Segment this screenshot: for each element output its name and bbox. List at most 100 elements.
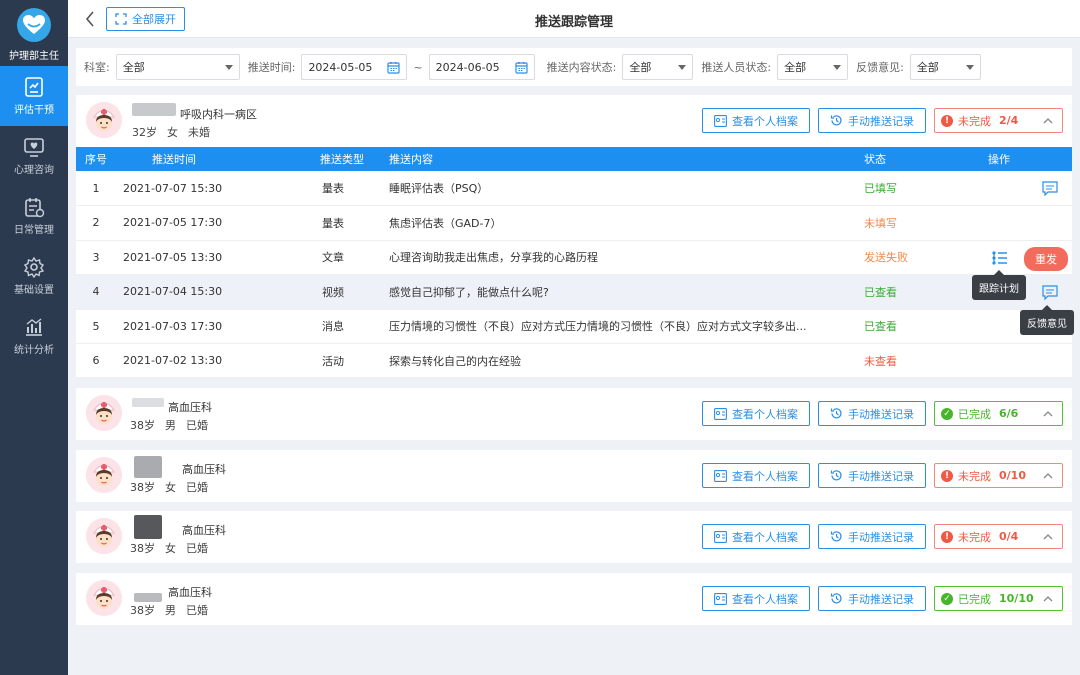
assessment-icon: [25, 77, 43, 97]
patient-dept: 高血压科: [168, 586, 212, 599]
row-content: 睡眠评估表（PSQ）: [389, 171, 864, 206]
dept-select[interactable]: 全部: [115, 54, 240, 80]
content-status-select[interactable]: 全部: [622, 54, 694, 80]
profile-card-icon: [714, 114, 727, 127]
chevron-up-icon: [1043, 596, 1053, 602]
dept-filter-label: 科室:: [84, 61, 110, 74]
row-no: 5: [76, 309, 116, 344]
feedback-select[interactable]: 全部: [909, 54, 981, 80]
completion-status[interactable]: ! 未完成 2/4: [934, 108, 1063, 133]
col-ops: 操作: [988, 153, 1010, 166]
patient-group: 高血压科 38岁女已婚 查看个人档案 手动推送记录 ! 未完成 0/10: [76, 450, 1072, 502]
row-status: 未查看: [864, 343, 988, 379]
completion-status[interactable]: ✓ 已完成 10/10: [934, 586, 1063, 611]
tracking-plan-icon[interactable]: [992, 250, 1008, 266]
col-time: 推送时间: [152, 153, 196, 166]
row-content: 感觉自己抑郁了，能做点什么呢?: [389, 274, 864, 310]
heart-logo-icon: [17, 8, 51, 42]
patient-dept: 呼吸内科一病区: [180, 108, 257, 121]
person-status-select[interactable]: 全部: [777, 54, 849, 80]
view-profile-button[interactable]: 查看个人档案: [702, 524, 810, 549]
patient-marital: 未婚: [188, 126, 210, 139]
date-to-value: 2024-06-05: [435, 60, 500, 74]
completion-count: 0/4: [999, 530, 1019, 543]
check-icon: ✓: [941, 407, 953, 420]
completion-status-text: 已完成: [958, 407, 991, 421]
feedback-value: 全部: [916, 61, 939, 74]
manual-push-records-label: 手动推送记录: [848, 469, 914, 483]
manual-push-records-button[interactable]: 手动推送记录: [818, 586, 926, 611]
patient-group-header: 高血压科 38岁女已婚 查看个人档案 手动推送记录 ! 未完成 0/4: [76, 511, 1072, 563]
redacted-name: [134, 593, 162, 602]
table-row: 5 2021-07-03 17:30 消息 压力情境的习惯性（不良）应对方式压力…: [76, 304, 1074, 344]
view-profile-button[interactable]: 查看个人档案: [702, 401, 810, 426]
profile-card-icon: [714, 469, 727, 482]
row-no: 2: [76, 205, 116, 241]
patient-meta: 38岁女已婚: [130, 540, 218, 556]
row-status: 已查看: [864, 274, 988, 310]
exclamation-icon: !: [941, 114, 953, 127]
feedback-icon[interactable]: [1042, 181, 1058, 196]
chevron-up-icon: [1043, 411, 1053, 417]
row-status: 发送失败: [864, 240, 988, 275]
row-time: 2021-07-02 13:30: [116, 343, 282, 379]
patient-group: 高血压科 38岁男已婚 查看个人档案 手动推送记录 ✓ 已完成 6/6: [76, 388, 1072, 440]
col-status: 状态: [864, 153, 886, 166]
date-range-separator: ~: [413, 60, 423, 74]
resend-button[interactable]: 重发: [1024, 246, 1068, 271]
sidebar: 护理部主任 评估干预 心理咨询 日常管理 基础设置 统计分析: [0, 0, 68, 675]
completion-status[interactable]: ! 未完成 0/10: [934, 463, 1063, 488]
date-to-input[interactable]: 2024-06-05: [428, 54, 535, 80]
completion-status[interactable]: ✓ 已完成 6/6: [934, 401, 1063, 426]
time-filter-label: 推送时间:: [247, 61, 296, 74]
nav-item-assessment[interactable]: 评估干预: [0, 66, 68, 126]
row-content: 焦虑评估表（GAD-7）: [389, 205, 864, 241]
manual-push-records-button[interactable]: 手动推送记录: [818, 108, 926, 133]
bar-chart-icon: [26, 318, 42, 336]
row-content: 压力情境的习惯性（不良）应对方式压力情境的习惯性（不良）应对方式文字较多出...: [389, 309, 864, 344]
manual-push-records-button[interactable]: 手动推送记录: [818, 524, 926, 549]
date-from-input[interactable]: 2024-05-05: [301, 54, 408, 80]
check-icon: ✓: [941, 592, 953, 605]
row-ops: [988, 205, 1072, 241]
chevron-down-icon: [224, 64, 233, 70]
manual-push-records-button[interactable]: 手动推送记录: [818, 463, 926, 488]
patient-gender: 女: [165, 542, 176, 555]
table-header-row: 序号 推送时间 推送类型 推送内容 状态 操作: [76, 147, 1072, 171]
col-no: 序号: [85, 153, 107, 166]
patient-group-header: 呼吸内科一病区 32岁女未婚 查看个人档案 手动推送记录 ! 未完成 2/4: [76, 95, 1072, 147]
view-profile-button[interactable]: 查看个人档案: [702, 463, 810, 488]
view-profile-button[interactable]: 查看个人档案: [702, 108, 810, 133]
row-time: 2021-07-05 17:30: [116, 205, 282, 241]
row-status: 已填写: [864, 171, 988, 206]
row-no: 4: [76, 274, 116, 310]
row-ops: 跟踪计划: [972, 270, 1072, 310]
row-ops: 反馈意见: [988, 304, 1074, 344]
manual-push-records-label: 手动推送记录: [848, 407, 914, 421]
patient-marital: 已婚: [186, 419, 208, 432]
patient-marital: 已婚: [186, 481, 208, 494]
view-profile-button[interactable]: 查看个人档案: [702, 586, 810, 611]
top-header: 全部展开 推送跟踪管理: [68, 0, 1080, 38]
patient-age: 32岁: [132, 126, 157, 139]
patient-age: 38岁: [130, 604, 155, 617]
nav-item-stats[interactable]: 统计分析: [0, 306, 68, 366]
nav-item-daily[interactable]: 日常管理: [0, 186, 68, 246]
completion-status[interactable]: ! 未完成 0/4: [934, 524, 1063, 549]
history-icon: [830, 470, 842, 481]
nav-item-settings[interactable]: 基础设置: [0, 246, 68, 306]
chevron-up-icon: [1043, 534, 1053, 540]
row-status: 未填写: [864, 205, 988, 241]
date-from-value: 2024-05-05: [308, 60, 373, 74]
manual-push-records-button[interactable]: 手动推送记录: [818, 401, 926, 426]
push-records-table: 序号 推送时间 推送类型 推送内容 状态 操作 1 2021-07-07 15:…: [76, 147, 1074, 379]
feedback-icon[interactable]: [1042, 285, 1058, 300]
tooltip-feedback: 反馈意见: [1020, 304, 1074, 335]
nav-item-consult[interactable]: 心理咨询: [0, 126, 68, 186]
patient-meta: 38岁男已婚: [130, 602, 218, 618]
nav-label: 统计分析: [14, 345, 54, 356]
patient-group: 呼吸内科一病区 32岁女未婚 查看个人档案 手动推送记录 ! 未完成 2/4 序…: [76, 95, 1074, 379]
nav-label: 心理咨询: [14, 165, 54, 176]
view-profile-label: 查看个人档案: [732, 114, 798, 128]
person-status-value: 全部: [784, 61, 807, 74]
